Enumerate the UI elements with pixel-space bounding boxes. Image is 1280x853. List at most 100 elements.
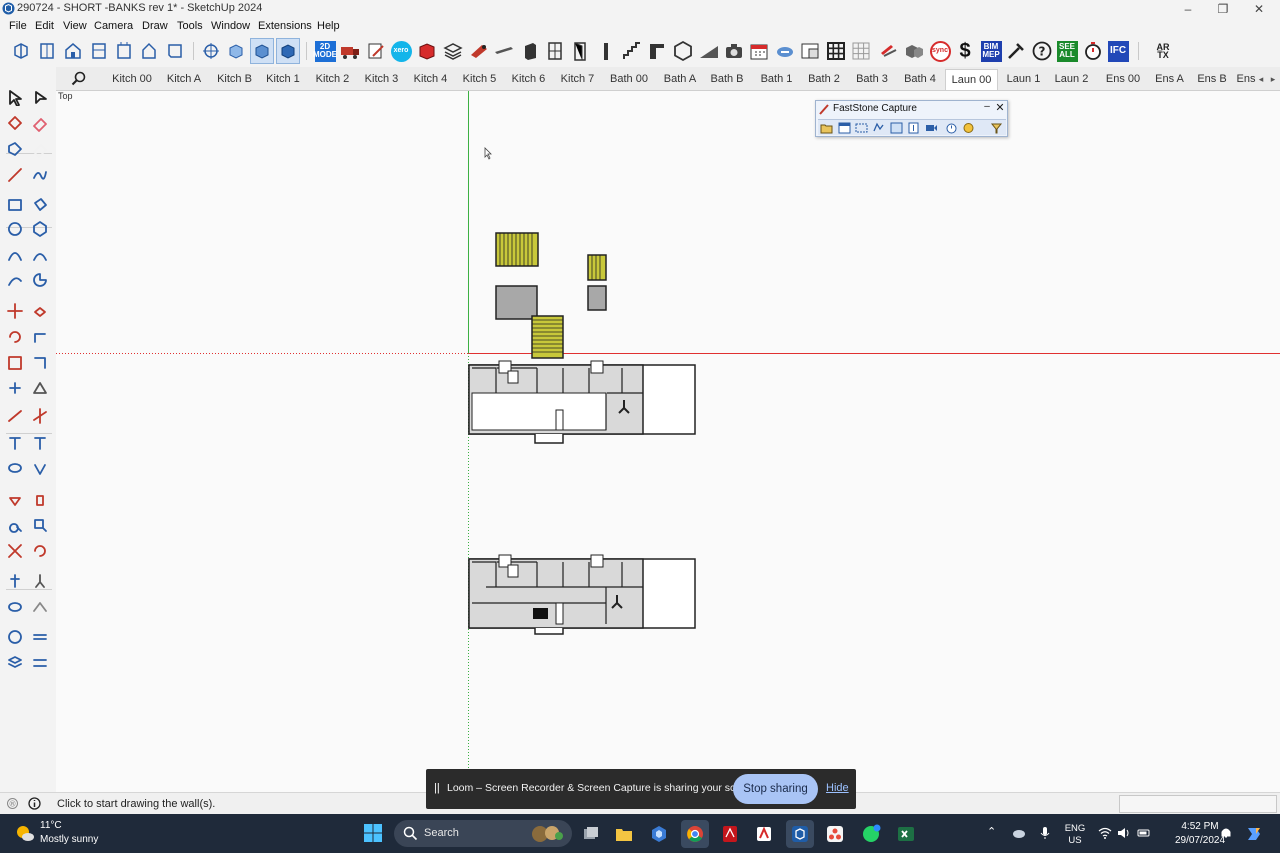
file-explorer-icon[interactable]	[610, 820, 638, 848]
model-canvas[interactable]	[56, 91, 1280, 792]
pan-icon[interactable]	[4, 488, 26, 510]
menu-window[interactable]: Window	[211, 20, 250, 32]
minimize-button[interactable]: –	[1170, 1, 1206, 17]
arc-icon[interactable]	[4, 244, 26, 266]
lasso-select-icon[interactable]	[29, 86, 51, 108]
iso-view-icon[interactable]	[9, 38, 33, 64]
zoom-extents-icon[interactable]	[4, 540, 26, 562]
weather-temperature[interactable]: 11°C	[40, 820, 62, 831]
floor-plan-lower[interactable]	[468, 554, 696, 635]
3d-text-icon[interactable]	[29, 432, 51, 454]
sandbox-drape-icon[interactable]	[29, 652, 51, 674]
scene-tab[interactable]: Kitch 6	[506, 69, 551, 90]
hexagon-icon[interactable]	[671, 38, 695, 64]
grey-block-component-2[interactable]	[587, 285, 607, 311]
beam-icon[interactable]	[492, 38, 516, 64]
office-icon[interactable]	[750, 820, 778, 848]
scene-search-icon[interactable]	[70, 70, 88, 88]
task-view-icon[interactable]	[577, 820, 605, 848]
scene-tab[interactable]: Kitch 00	[107, 69, 157, 90]
paper-edit-icon[interactable]	[364, 38, 388, 64]
red-box-icon[interactable]	[415, 38, 439, 64]
grid-icon[interactable]	[824, 38, 848, 64]
chrome-icon[interactable]	[681, 820, 709, 848]
info-icon[interactable]	[28, 797, 41, 810]
scene-tab[interactable]: Bath A	[659, 69, 701, 90]
polygon-icon[interactable]	[29, 218, 51, 240]
bim-mep-icon[interactable]: BIM MEP	[979, 38, 1003, 64]
protractor-icon[interactable]	[29, 377, 51, 399]
stair-component-2[interactable]	[587, 254, 607, 281]
scene-tab[interactable]: Kitch 2	[310, 69, 355, 90]
app-dots-icon[interactable]	[821, 820, 849, 848]
back-view-icon[interactable]	[112, 38, 136, 64]
scene-tab[interactable]: Bath 3	[850, 69, 894, 90]
scene-tab[interactable]: Kitch 7	[555, 69, 600, 90]
tape-measure-icon[interactable]	[4, 377, 26, 399]
fs-capture-freehand-icon[interactable]	[872, 122, 885, 134]
erase-edges-icon[interactable]	[29, 138, 51, 160]
rotate-icon[interactable]	[4, 326, 26, 348]
position-camera-icon[interactable]	[4, 570, 26, 592]
scene-tab[interactable]: Ens A	[1151, 69, 1188, 90]
faststone-close-button[interactable]: ✕	[995, 101, 1005, 114]
menu-extensions[interactable]: Extensions	[258, 20, 312, 32]
copilot-icon[interactable]	[645, 820, 673, 848]
truck-icon[interactable]	[338, 38, 362, 64]
orbit-icon[interactable]	[199, 38, 223, 64]
three-point-arc-icon[interactable]	[4, 269, 26, 291]
scene-tab[interactable]: Kitch 4	[408, 69, 453, 90]
geo-location-icon[interactable]: ®	[6, 797, 19, 810]
help-icon[interactable]: ?	[1030, 38, 1054, 64]
battery-icon[interactable]	[1137, 826, 1151, 840]
scene-tab[interactable]: Bath 4	[898, 69, 942, 90]
previous-view-icon[interactable]	[29, 540, 51, 562]
scene-tab[interactable]: Ens 00	[1097, 69, 1149, 90]
left-view-icon[interactable]	[137, 38, 161, 64]
menu-camera[interactable]: Camera	[94, 20, 133, 32]
faststone-capture-toolbar[interactable]: FastStone Capture – ✕	[815, 100, 1008, 137]
volume-icon[interactable]	[1117, 826, 1131, 840]
cloud-tray-icon[interactable]	[1012, 826, 1026, 840]
scene-tab[interactable]: Kitch 3	[359, 69, 404, 90]
menu-edit[interactable]: Edit	[35, 20, 54, 32]
select-icon[interactable]	[4, 86, 26, 108]
pie-icon[interactable]	[29, 269, 51, 291]
scene-tab[interactable]: Bath 2	[802, 69, 846, 90]
menu-help[interactable]: Help	[317, 20, 340, 32]
layers-icon[interactable]	[441, 38, 465, 64]
scene-tab[interactable]: Kitch 1	[261, 69, 305, 90]
restore-button[interactable]: ❐	[1205, 1, 1241, 17]
floor-plan-upper[interactable]	[468, 360, 696, 444]
sandbox-scratch-icon[interactable]	[29, 626, 51, 648]
line-icon[interactable]	[4, 164, 26, 186]
scene-tab[interactable]: Kitch 5	[457, 69, 502, 90]
fs-capture-scroll-icon[interactable]	[907, 122, 920, 134]
fs-output-icon[interactable]	[962, 122, 975, 134]
stop-sharing-button[interactable]: Stop sharing	[733, 774, 818, 804]
scene-tab[interactable]: Bath 00	[604, 69, 654, 90]
hand-icon[interactable]	[29, 488, 51, 510]
fs-video-icon[interactable]	[925, 122, 938, 134]
menu-draw[interactable]: Draw	[142, 20, 168, 32]
drawing-viewport[interactable]: Top	[56, 91, 1280, 792]
paint-icon[interactable]	[877, 38, 901, 64]
rectangle-icon[interactable]	[4, 194, 26, 216]
tools-icon[interactable]	[1004, 38, 1028, 64]
zoom-icon[interactable]	[4, 514, 26, 536]
fs-capture-rect-icon[interactable]	[855, 122, 868, 134]
xero-icon[interactable]: xero	[389, 38, 413, 64]
bottom-view-icon[interactable]	[163, 38, 187, 64]
fs-timer-icon[interactable]	[945, 122, 958, 134]
fs-capture-window-icon[interactable]	[838, 122, 851, 134]
measurements-box[interactable]	[1119, 795, 1277, 813]
zoom-window-icon[interactable]	[29, 514, 51, 536]
scene-tab[interactable]: Laun 1	[1001, 69, 1046, 90]
language-bottom[interactable]: US	[1062, 835, 1088, 846]
weather-description[interactable]: Mostly sunny	[40, 834, 98, 845]
wifi-icon[interactable]	[1098, 826, 1112, 840]
axes-tool-icon[interactable]	[29, 405, 51, 427]
menu-tools[interactable]: Tools	[177, 20, 203, 32]
text-icon[interactable]	[4, 432, 26, 454]
dollar-icon[interactable]: $	[953, 38, 977, 64]
